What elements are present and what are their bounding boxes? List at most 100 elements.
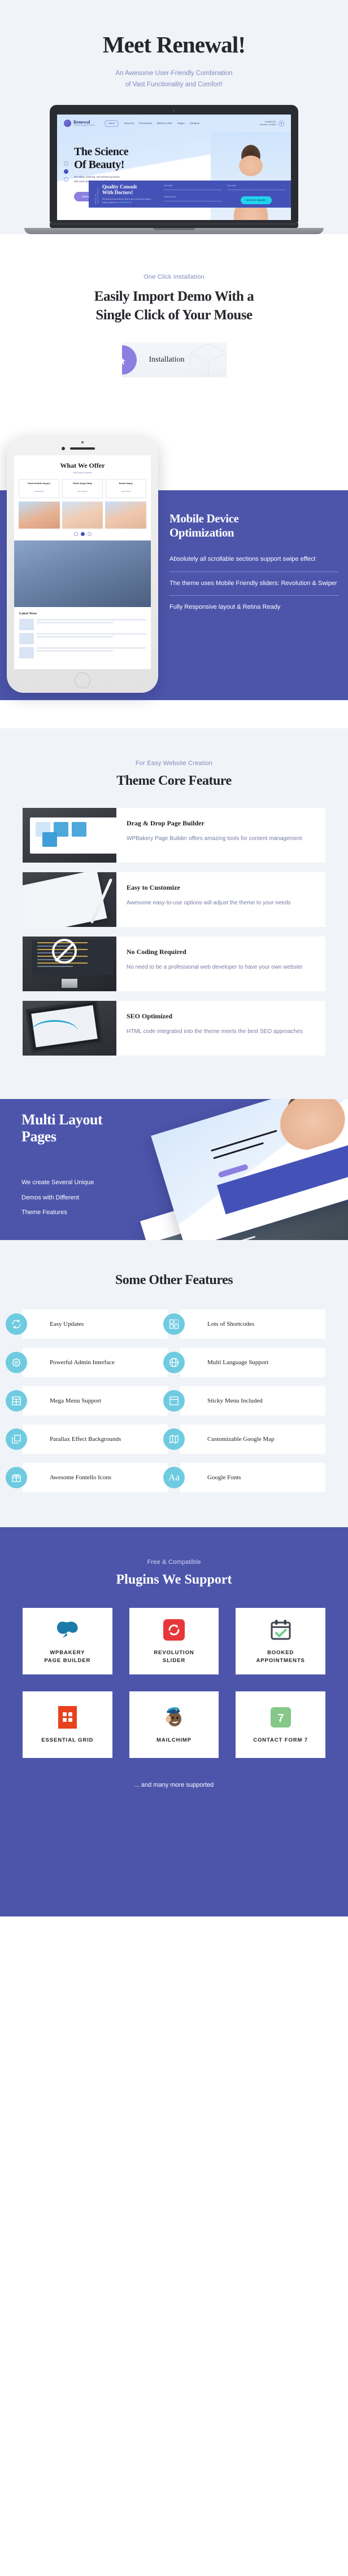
phone-news-list [14, 616, 151, 659]
sticky-menu-icon [163, 1390, 185, 1412]
theme-preview-page: Meet Renewal! An Awesome User-Friendly C… [0, 0, 348, 1917]
phone-slider-controls[interactable] [14, 529, 151, 540]
feature-label: Google Fonts [207, 1474, 241, 1482]
feature-card-google-fonts[interactable]: Aa Google Fonts [163, 1463, 325, 1493]
phone-field[interactable]: Phone Number [164, 196, 222, 202]
core-feature-list: Drag & Drop Page Builder WPBakery Page B… [0, 808, 348, 1056]
core-feature-item: No Coding Required No need to be a profe… [23, 937, 325, 992]
core-feature-text: HTML code integrated into the theme meet… [127, 1028, 303, 1035]
other-features-grid: Easy Updates Lots of Shortcodes Powerful… [0, 1309, 348, 1493]
tablet-analytics-image [23, 1001, 116, 1056]
feature-card-mega-menu[interactable]: Mega Menu Support [6, 1386, 168, 1416]
menu-item-contacts[interactable]: Contacts [190, 122, 199, 125]
menu-item-before-after[interactable]: Before & After [157, 122, 172, 125]
menu-item-about[interactable]: About Us [124, 122, 134, 125]
phone-section-title: What We Offer [60, 461, 105, 470]
mobile-feature-item: The theme uses Mobile Friendly sliders: … [169, 571, 339, 596]
multi-layout-copy: Multi Layout Pages We create Several Uni… [21, 1111, 103, 1221]
feature-card-sticky-menu[interactable]: Sticky Menu Included [163, 1386, 325, 1416]
news-item[interactable] [19, 633, 146, 645]
installation-label: Installation [149, 355, 185, 364]
feature-card-easy-updates[interactable]: Easy Updates [6, 1309, 168, 1339]
core-feature-text: Awesome easy-to-use options will adjust … [127, 900, 291, 907]
plugin-card-mailchimp[interactable]: MAILCHIMP [129, 1691, 219, 1759]
slider-prev-icon[interactable] [73, 532, 78, 537]
slider-next-icon[interactable] [87, 532, 92, 537]
phone-home-button[interactable] [75, 672, 90, 689]
mobile-title: Mobile Device Optimization [169, 512, 339, 540]
feature-label: Powerful Admin Interface [50, 1359, 115, 1366]
news-item[interactable] [19, 647, 146, 659]
logo-tagline: Plastic Surgeon Clinic [73, 124, 95, 127]
consult-phone[interactable]: 1 800 559 22 33 [118, 201, 132, 204]
hero-subtitle-line2: of Vast Functionality and Comfort! [125, 81, 223, 89]
plugin-name-line2: SLIDER [162, 1657, 186, 1664]
svg-text:7: 7 [277, 1712, 284, 1725]
plugin-name-line1: REVOLUTION [154, 1649, 194, 1656]
multi-desc-line2: Demos with Different [21, 1194, 79, 1201]
slider-dot-2[interactable] [64, 169, 68, 174]
feature-card-shortcodes[interactable]: Lots of Shortcodes [163, 1309, 325, 1339]
plugin-name-line2: PAGE BUILDER [44, 1657, 91, 1664]
menu-item-procedures[interactable]: Procedures [139, 122, 151, 125]
feature-card-google-map[interactable]: Customizable Google Map [163, 1425, 325, 1454]
globe-icon [163, 1352, 185, 1374]
plugin-card-wpbakery[interactable]: WPBAKERY PAGE BUILDER [23, 1608, 112, 1675]
import-demo-section: One Click Installation Easily Import Dem… [0, 234, 348, 407]
mobile-copy: Mobile Device Optimization Absolutely al… [169, 512, 339, 619]
refresh-circle-icon [6, 1313, 27, 1335]
slider-dots[interactable] [64, 132, 68, 201]
phone-speaker-icon [70, 447, 95, 450]
laptop-page-builder-image [23, 808, 116, 863]
hero-section: Meet Renewal! An Awesome User-Friendly C… [0, 0, 348, 235]
feature-card-multi-language[interactable]: Multi Language Support [163, 1348, 325, 1378]
hero-subtitle: An Awesome User-Friendly Combination of … [0, 68, 348, 90]
feature-label: Awesome Fontello Icons [50, 1474, 111, 1482]
installation-card[interactable]: Installation [121, 342, 227, 378]
feature-card-admin-interface[interactable]: Powerful Admin Interface [6, 1348, 168, 1378]
menu-item-pages[interactable]: Pages [177, 122, 184, 125]
import-title: Easily Import Demo With a Single Click o… [0, 288, 348, 324]
plugin-card-revolution-slider[interactable]: REVOLUTION SLIDER [129, 1608, 219, 1675]
package-cube-icon [189, 343, 227, 378]
plugin-card-contact-form-7[interactable]: 7 CONTACT FORM 7 [236, 1691, 325, 1759]
import-title-line1: Easily Import Demo With a [94, 289, 254, 305]
phone-screen: What We Offer Best Plastic Surgeries Fac… [14, 455, 151, 670]
mockup-paragraph-line1: Revealing, restoring, and enhancing beau… [74, 175, 120, 179]
feature-label: Sticky Menu Included [207, 1397, 263, 1405]
slider-dot-icon[interactable] [80, 532, 85, 537]
multi-layout-description: We create Several Unique Demos with Diff… [21, 1175, 102, 1221]
phone-camera-icon [62, 447, 65, 451]
phone-service-tab[interactable]: Facial Aesthetic Surgery FROM $1500 [19, 479, 59, 499]
plugin-card-booked-appointments[interactable]: BOOKED APPOINTMENTS [236, 1608, 325, 1675]
news-item[interactable] [19, 619, 146, 631]
phone-service-images [14, 498, 151, 529]
send-inquiry-button[interactable]: SEND US INQUIRY [240, 196, 272, 204]
essential-grid-logo-icon [58, 1705, 77, 1729]
mobile-title-line2: Optimization [169, 526, 234, 540]
import-title-line2: Single Click of Your Mouse [95, 307, 253, 323]
plugins-footer-note: ... and many more supported [134, 1782, 214, 1789]
laptop-lid: Renewal Plastic Surgeon Clinic Home Abou… [50, 105, 298, 223]
feature-card-parallax[interactable]: Parallax Effect Backgrounds [6, 1425, 168, 1454]
plugin-card-essential-grid[interactable]: ESSENTIAL GRID [23, 1691, 112, 1759]
service-price: FROM $2000 [77, 490, 88, 493]
phone-service-tab[interactable]: Breast Surgery FROM $2500 [106, 479, 146, 499]
slider-dot-1[interactable] [64, 161, 68, 166]
slider-dot-3[interactable] [64, 177, 68, 182]
core-eyebrow: For Easy Website Creation [135, 760, 213, 767]
core-title: Theme Core Feature [116, 773, 232, 789]
laptop-foot [24, 228, 324, 235]
plugin-name-line2: APPOINTMENTS [256, 1657, 305, 1664]
address-line2: Honolulu, HI 96813 [259, 123, 276, 126]
phone-service-tab[interactable]: Plastic Surgery Body FROM $2000 [62, 479, 103, 499]
name-field[interactable]: Your Name [164, 184, 222, 190]
mobile-feature-item: Fully Responsive layout & Retina Ready [169, 595, 339, 619]
core-feature-title: No Coding Required [127, 948, 186, 956]
email-field[interactable]: Your email [227, 184, 285, 190]
laptop-mockup: Renewal Plastic Surgeon Clinic Home Abou… [0, 105, 348, 228]
feature-card-fontello-icons[interactable]: Awesome Fontello Icons [6, 1463, 168, 1493]
menu-item-home[interactable]: Home [104, 120, 119, 127]
revolution-slider-logo-icon [163, 1618, 185, 1642]
map-fold-icon [163, 1428, 185, 1450]
